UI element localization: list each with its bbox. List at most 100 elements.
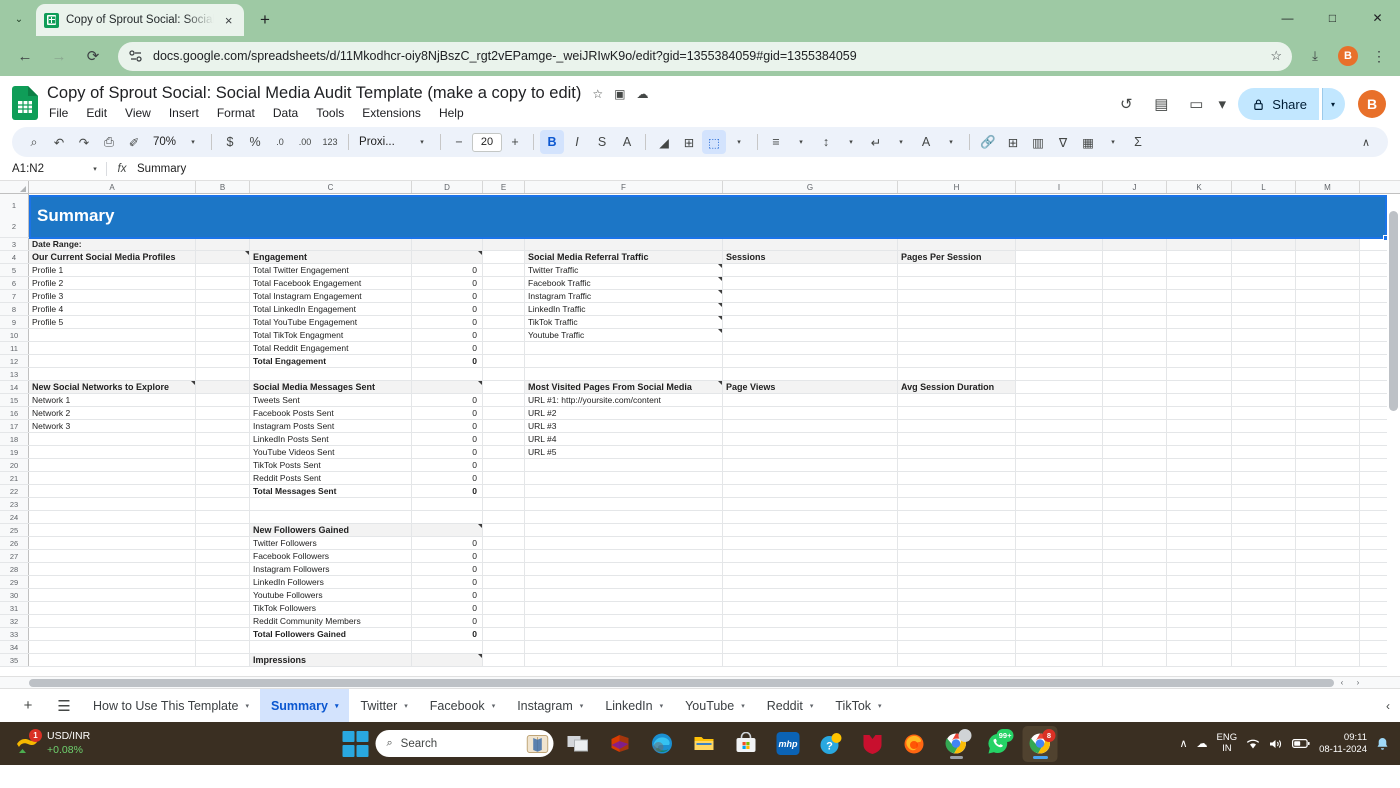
cell-k8[interactable]: [1167, 303, 1232, 315]
sheet-tab-summary[interactable]: Summary ▾: [259, 688, 350, 723]
cell-c20[interactable]: TikTok Posts Sent: [250, 459, 412, 471]
column-header-d[interactable]: D: [412, 181, 483, 193]
cell-m11[interactable]: [1296, 342, 1360, 354]
cell-m14[interactable]: [1296, 381, 1360, 393]
cell-b21[interactable]: [196, 472, 250, 484]
undo-icon[interactable]: ↶: [47, 130, 71, 154]
cell-e7[interactable]: [483, 290, 525, 302]
table-row[interactable]: 24: [0, 511, 1400, 524]
cell-l23[interactable]: [1232, 498, 1296, 510]
increase-font-size-button[interactable]: +: [503, 130, 527, 154]
cell-j28[interactable]: [1103, 563, 1167, 575]
chevron-down-icon[interactable]: ▾: [741, 702, 745, 710]
cell-c8[interactable]: Total LinkedIn Engagement: [250, 303, 412, 315]
cell-d23[interactable]: [412, 498, 483, 510]
version-history-icon[interactable]: ↺: [1110, 88, 1142, 120]
cell-b11[interactable]: [196, 342, 250, 354]
cell-c31[interactable]: TikTok Followers: [250, 602, 412, 614]
cell-b31[interactable]: [196, 602, 250, 614]
cell-j30[interactable]: [1103, 589, 1167, 601]
cell-i13[interactable]: [1016, 368, 1103, 380]
cell-b24[interactable]: [196, 511, 250, 523]
cell-c5[interactable]: Total Twitter Engagement: [250, 264, 412, 276]
text-rotation-icon[interactable]: A: [914, 130, 938, 154]
cell-j6[interactable]: [1103, 277, 1167, 289]
add-sheet-icon[interactable]: +: [10, 691, 46, 721]
name-box-caret-icon[interactable]: ▾: [84, 165, 106, 173]
cell-m24[interactable]: [1296, 511, 1360, 523]
chevron-down-icon[interactable]: ▾: [810, 702, 814, 710]
cell-f15[interactable]: URL #1: http://yoursite.com/content: [525, 394, 723, 406]
cell-k17[interactable]: [1167, 420, 1232, 432]
cell-b9[interactable]: [196, 316, 250, 328]
cell-m18[interactable]: [1296, 433, 1360, 445]
cell-l28[interactable]: [1232, 563, 1296, 575]
cell-i24[interactable]: [1016, 511, 1103, 523]
table-row[interactable]: 13: [0, 368, 1400, 381]
cell-m29[interactable]: [1296, 576, 1360, 588]
cell-j25[interactable]: [1103, 524, 1167, 536]
cell-a20[interactable]: [29, 459, 196, 471]
cell-b20[interactable]: [196, 459, 250, 471]
cell-a12[interactable]: [29, 355, 196, 367]
cell-c16[interactable]: Facebook Posts Sent: [250, 407, 412, 419]
column-header-e[interactable]: E: [483, 181, 525, 193]
cell-e32[interactable]: [483, 615, 525, 627]
vertical-align-icon[interactable]: ↕: [814, 130, 838, 154]
cell-j22[interactable]: [1103, 485, 1167, 497]
cell-l29[interactable]: [1232, 576, 1296, 588]
row-header-1[interactable]: 1: [0, 194, 29, 216]
cell-g7[interactable]: [723, 290, 898, 302]
cell-m27[interactable]: [1296, 550, 1360, 562]
chevron-down-icon[interactable]: ▾: [245, 702, 249, 710]
taskbar-search-box[interactable]: ⌕ Search: [375, 730, 554, 757]
table-row[interactable]: 20 TikTok Posts Sent 0: [0, 459, 1400, 472]
taskbar-app-microsoft-store[interactable]: [729, 726, 764, 762]
cell-e13[interactable]: [483, 368, 525, 380]
cell-d5[interactable]: 0: [412, 264, 483, 276]
cell-c12[interactable]: Total Engagement: [250, 355, 412, 367]
cell-k34[interactable]: [1167, 641, 1232, 653]
cell-d7[interactable]: 0: [412, 290, 483, 302]
cell-g26[interactable]: [723, 537, 898, 549]
cell-g11[interactable]: [723, 342, 898, 354]
sheet-tab-how-to-use-this-template[interactable]: How to Use This Template ▾: [82, 689, 260, 723]
cell-l15[interactable]: [1232, 394, 1296, 406]
taskbar-app-microsoft-office[interactable]: [603, 726, 638, 762]
row-header-6[interactable]: 6: [0, 277, 29, 289]
cell-m8[interactable]: [1296, 303, 1360, 315]
cell-g22[interactable]: [723, 485, 898, 497]
chevron-down-icon[interactable]: ▾: [404, 702, 408, 710]
cell-b3[interactable]: [196, 238, 250, 250]
cell-a33[interactable]: [29, 628, 196, 640]
table-row[interactable]: 21 Reddit Posts Sent 0: [0, 472, 1400, 485]
font-family-selector[interactable]: Proxi...: [355, 130, 409, 154]
cell-l17[interactable]: [1232, 420, 1296, 432]
table-row[interactable]: 32 Reddit Community Members 0: [0, 615, 1400, 628]
column-header-a[interactable]: A: [29, 181, 196, 193]
column-header-i[interactable]: I: [1016, 181, 1103, 193]
cell-g29[interactable]: [723, 576, 898, 588]
cell-d9[interactable]: 0: [412, 316, 483, 328]
cell-h9[interactable]: [898, 316, 1016, 328]
browser-tab[interactable]: Copy of Sprout Social: Social M ×: [36, 4, 244, 36]
table-row[interactable]: 5 Profile 1 Total Twitter Engagement 0 Twitt…: [0, 264, 1400, 277]
cell-k25[interactable]: [1167, 524, 1232, 536]
cell-i33[interactable]: [1016, 628, 1103, 640]
cell-m35[interactable]: [1296, 654, 1360, 666]
table-row[interactable]: 11 Total Reddit Engagement 0: [0, 342, 1400, 355]
cell-b34[interactable]: [196, 641, 250, 653]
cell-b35[interactable]: [196, 654, 250, 666]
cell-c10[interactable]: Total TikTok Engagment: [250, 329, 412, 341]
cell-j23[interactable]: [1103, 498, 1167, 510]
cell-g18[interactable]: [723, 433, 898, 445]
row-header-32[interactable]: 32: [0, 615, 29, 627]
cell-j12[interactable]: [1103, 355, 1167, 367]
cell-j35[interactable]: [1103, 654, 1167, 666]
cell-g20[interactable]: [723, 459, 898, 471]
battery-icon[interactable]: [1292, 738, 1310, 749]
cell-m34[interactable]: [1296, 641, 1360, 653]
cell-a22[interactable]: [29, 485, 196, 497]
percent-format-icon[interactable]: %: [243, 130, 267, 154]
cell-c21[interactable]: Reddit Posts Sent: [250, 472, 412, 484]
